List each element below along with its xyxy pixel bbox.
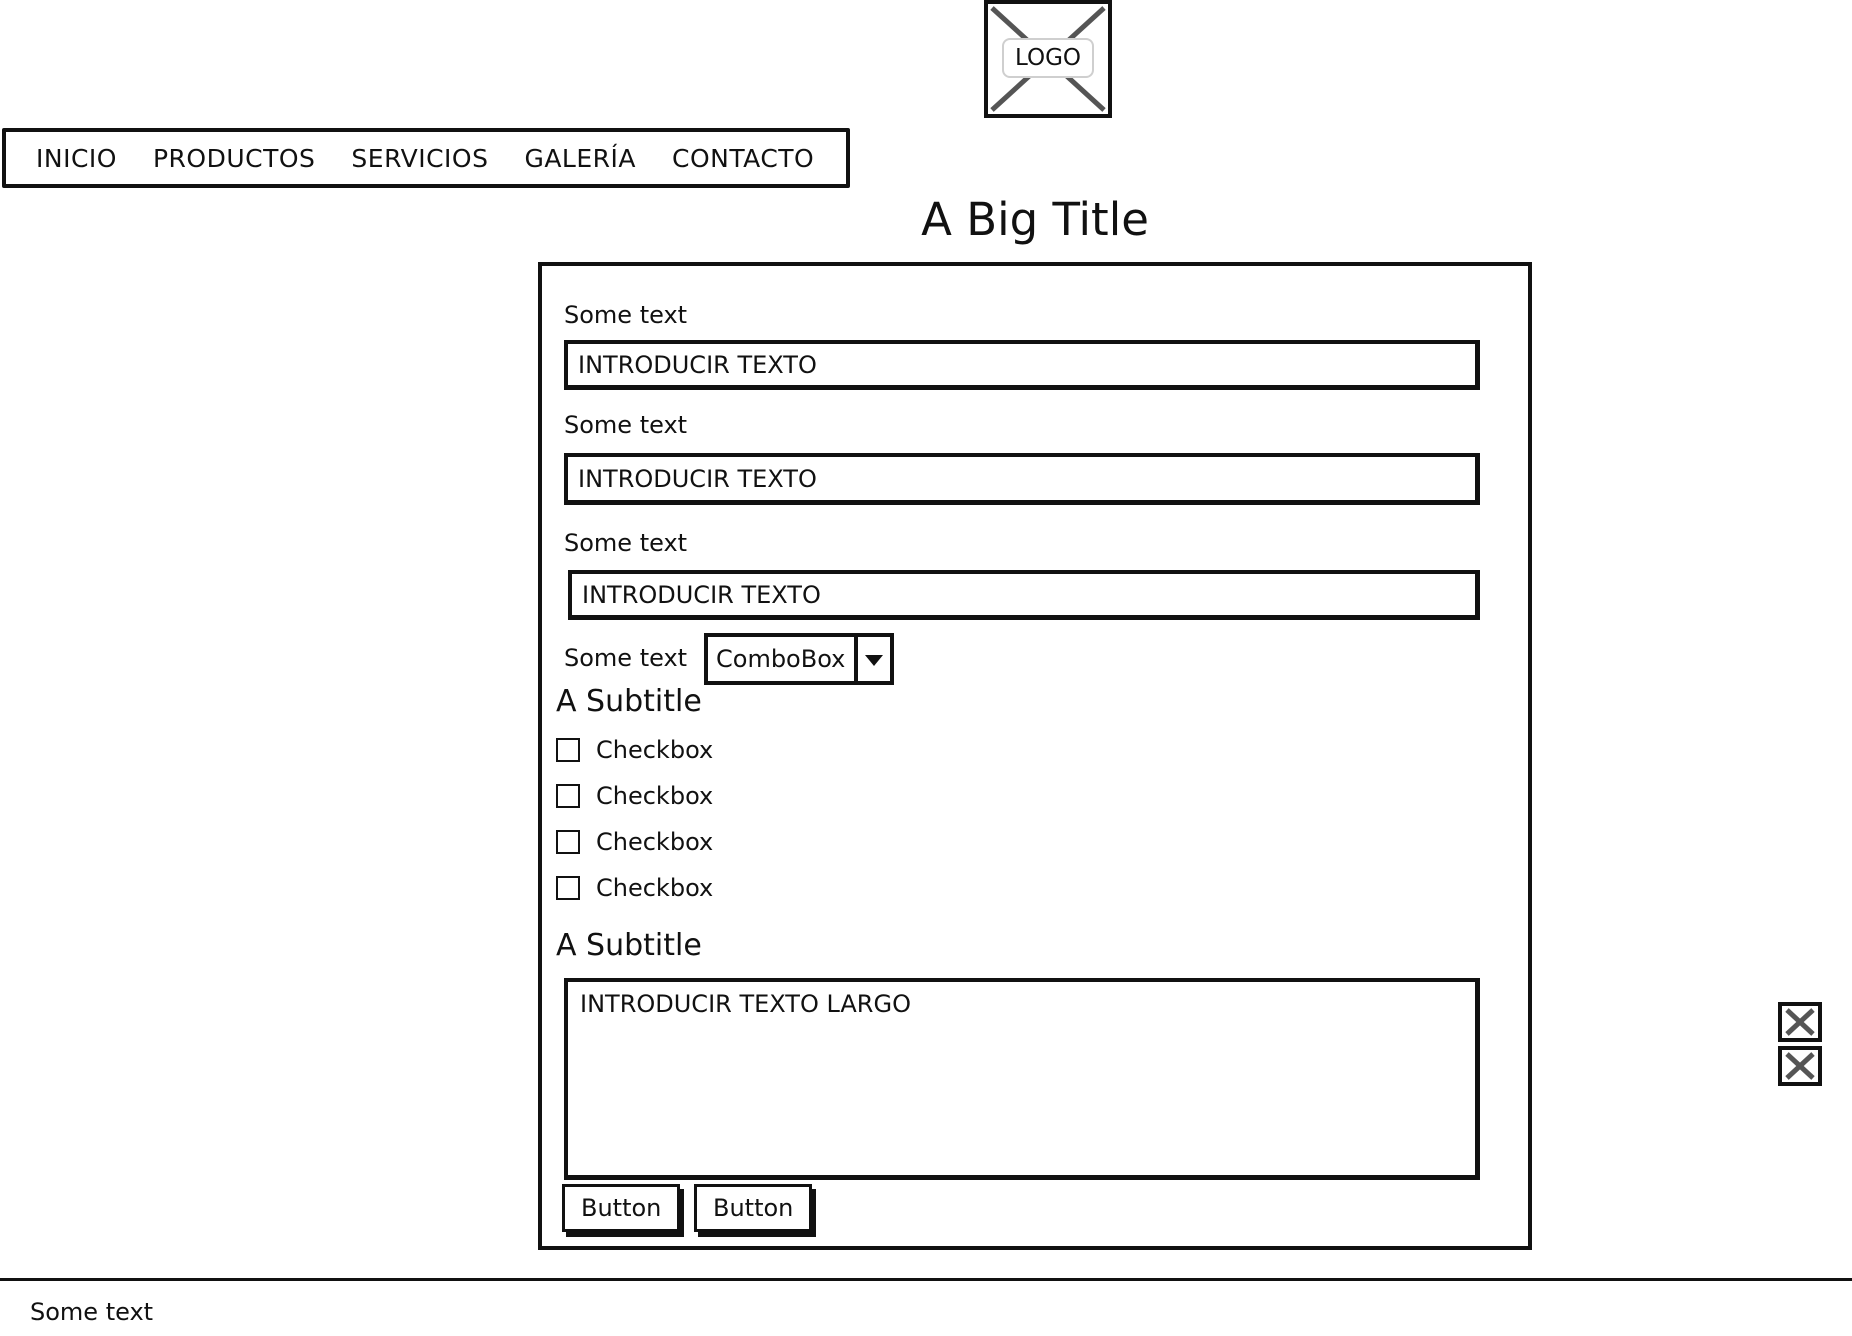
chevron-down-icon[interactable] xyxy=(854,637,890,681)
section-1-subtitle: A Subtitle xyxy=(556,684,702,719)
checkbox-item[interactable]: Checkbox xyxy=(556,778,713,814)
text-field-3[interactable] xyxy=(568,570,1480,620)
text-field-2[interactable] xyxy=(564,453,1480,505)
checkbox-input[interactable] xyxy=(556,830,580,854)
checkbox-label: Checkbox xyxy=(596,782,714,810)
nav-item-inicio[interactable]: INICIO xyxy=(6,144,135,173)
logo-label: LOGO xyxy=(1002,38,1094,78)
checkbox-label: Checkbox xyxy=(596,828,714,856)
checkbox-label: Checkbox xyxy=(596,736,714,764)
nav-item-productos[interactable]: PRODUCTOS xyxy=(135,144,333,173)
button-1[interactable]: Button xyxy=(562,1184,680,1232)
field-2-label: Some text xyxy=(564,411,688,439)
long-text-area[interactable] xyxy=(564,978,1480,1180)
text-field-1[interactable] xyxy=(564,340,1480,390)
checkbox-item[interactable]: Checkbox xyxy=(556,870,713,906)
combo-value: ComboBox xyxy=(716,645,846,673)
checkbox-input[interactable] xyxy=(556,876,580,900)
checkbox-input[interactable] xyxy=(556,738,580,762)
combo-label: Some text xyxy=(564,644,688,672)
field-1-label: Some text xyxy=(564,301,688,329)
checkbox-item[interactable]: Checkbox xyxy=(556,732,713,768)
checkbox-label: Checkbox xyxy=(596,874,714,902)
logo: LOGO xyxy=(984,0,1112,118)
nav-item-servicios[interactable]: SERVICIOS xyxy=(333,144,506,173)
checkbox-input[interactable] xyxy=(556,784,580,808)
close-icon[interactable] xyxy=(1778,1046,1822,1086)
checkbox-list: Checkbox Checkbox Checkbox Checkbox xyxy=(556,732,713,906)
section-2-subtitle: A Subtitle xyxy=(556,928,702,963)
footer-divider xyxy=(0,1278,1852,1281)
button-2[interactable]: Button xyxy=(694,1184,812,1232)
nav-item-contacto[interactable]: CONTACTO xyxy=(654,144,832,173)
combo-box[interactable]: ComboBox xyxy=(704,633,894,685)
close-icon[interactable] xyxy=(1778,1002,1822,1042)
page-title: A Big Title xyxy=(921,193,1149,246)
checkbox-item[interactable]: Checkbox xyxy=(556,824,713,860)
footer-text: Some text xyxy=(30,1298,154,1326)
field-3-label: Some text xyxy=(564,529,688,557)
nav-item-galeria[interactable]: GALERÍA xyxy=(506,144,654,173)
main-nav: INICIO PRODUCTOS SERVICIOS GALERÍA CONTA… xyxy=(2,128,850,188)
